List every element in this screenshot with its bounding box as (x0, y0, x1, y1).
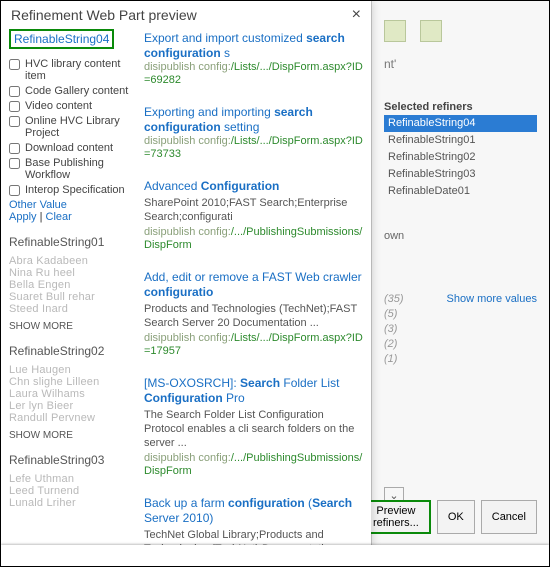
refiner-option[interactable]: Video content (9, 100, 130, 112)
result-url[interactable]: disipublish config:/Lists/.../DispForm.a… (144, 135, 363, 161)
selected-refiner-item[interactable]: RefinableString02 (384, 149, 537, 166)
refiner-value[interactable]: Randull Pervnew (9, 412, 130, 424)
result-url[interactable]: disipublish config:/Lists/.../DispForm.a… (144, 61, 363, 87)
aggregation-count: (35) (384, 292, 404, 307)
selected-refiners-list[interactable]: RefinableString04RefinableString01Refina… (384, 115, 537, 200)
result-url[interactable]: disipublish config:/Lists/.../DispForm.a… (144, 558, 363, 567)
apply-link[interactable]: Apply (9, 211, 37, 223)
refiner-checkbox[interactable] (9, 158, 20, 169)
bg-truncated-title: nt' (384, 57, 537, 71)
refiner-option-label: Video content (25, 100, 92, 112)
refiner-checkbox[interactable] (9, 185, 20, 196)
bg-toolbar-icon (384, 20, 406, 42)
refiner-value[interactable]: Laura Wilhams (9, 388, 130, 400)
refiner-option[interactable]: Online HVC Library Project (9, 115, 130, 139)
results-column[interactable]: Export and import customized search conf… (138, 27, 371, 567)
refiner-group-title[interactable]: RefinableString02 (9, 344, 130, 358)
refiner-value[interactable]: Bella Engen (9, 279, 130, 291)
search-result: [MS-OXOSRCH]: Search Folder List Configu… (144, 376, 363, 478)
refiner-checkbox[interactable] (9, 59, 20, 70)
refiner-value[interactable]: Steed Inard (9, 303, 130, 315)
aggregation-count: (2) (384, 337, 404, 352)
aggregation-count: (3) (384, 322, 404, 337)
result-title[interactable]: Export and import customized search conf… (144, 31, 363, 61)
refinement-preview-dialog: Refinement Web Part preview × RefinableS… (1, 1, 371, 567)
refiner-group-title[interactable]: RefinableString01 (9, 235, 130, 249)
refiner-checkbox[interactable] (9, 143, 20, 154)
refiner-option[interactable]: Base Publishing Workflow (9, 157, 130, 181)
selected-refiners-heading: Selected refiners (384, 101, 537, 113)
selected-refiner-item[interactable]: RefinableDate01 (384, 183, 537, 200)
show-more-link[interactable]: SHOW MORE (9, 430, 130, 441)
refiner-checkbox[interactable] (9, 86, 20, 97)
refiners-column: RefinableString04 HVC library content it… (1, 27, 138, 567)
refiner-value[interactable]: Nina Ru heel (9, 267, 130, 279)
aggregation-count: (1) (384, 352, 404, 367)
preview-refiners-button[interactable]: Preview refiners... (361, 500, 431, 534)
result-title[interactable]: Add, edit or remove a FAST Web crawler c… (144, 270, 363, 300)
show-more-link[interactable]: SHOW MORE (9, 321, 130, 332)
search-result: Advanced Configuration SharePoint 2010;FA… (144, 179, 363, 252)
primary-refiner-title[interactable]: RefinableString04 (9, 29, 114, 49)
selected-refiner-item[interactable]: RefinableString04 (384, 115, 537, 132)
refiner-value[interactable]: Chn slighe Lilleen (9, 376, 130, 388)
other-value-link[interactable]: Other Value (9, 199, 130, 211)
result-title[interactable]: Exporting and importing search configura… (144, 105, 363, 135)
result-description: TechNet Global Library;Products and Tech… (144, 528, 363, 556)
refiner-group-title[interactable]: RefinableString03 (9, 453, 130, 467)
refiner-value[interactable]: Leed Turnend (9, 485, 130, 497)
bg-toolbar (384, 11, 537, 51)
background-panel: nt' Selected refiners RefinableString04R… (371, 1, 549, 566)
ok-button[interactable]: OK (437, 500, 475, 534)
show-more-values-link[interactable]: Show more values (447, 292, 538, 367)
refiner-value[interactable]: Abra Kadabeen (9, 255, 130, 267)
result-description: SharePoint 2010;FAST Search;Enterprise S… (144, 196, 363, 224)
selected-refiner-item[interactable]: RefinableString01 (384, 132, 537, 149)
result-description: The Search Folder List Configuration Pro… (144, 408, 363, 450)
refiner-checkbox[interactable] (9, 101, 20, 112)
refiner-option-label: HVC library content item (25, 58, 130, 82)
search-result: Exporting and importing search configura… (144, 105, 363, 161)
refiner-option-label: Download content (25, 142, 113, 154)
refiner-checkbox[interactable] (9, 116, 20, 127)
bg-button-row: Preview refiners... OK Cancel (361, 500, 537, 534)
clear-link[interactable]: Clear (46, 211, 72, 223)
refiner-value[interactable]: Lefe Uthman (9, 473, 130, 485)
result-title[interactable]: Back up a farm configuration (Search Ser… (144, 496, 363, 526)
refiner-option[interactable]: Download content (9, 142, 130, 154)
aggregation-count: (5) (384, 307, 404, 322)
search-result: Back up a farm configuration (Search Ser… (144, 496, 363, 567)
bg-aggregation-counts: (35)(5)(3)(2)(1) Show more values (384, 292, 537, 367)
refiner-option-label: Code Gallery content (25, 85, 128, 97)
refiner-value[interactable]: Ler lyn Bieer (9, 400, 130, 412)
refiner-option-label: Base Publishing Workflow (25, 157, 130, 181)
refiner-option-label: Interop Specification (25, 184, 125, 196)
result-title[interactable]: [MS-OXOSRCH]: Search Folder List Configu… (144, 376, 363, 406)
result-url[interactable]: disipublish config:/Lists/.../DispForm.a… (144, 332, 363, 358)
result-url[interactable]: disipublish config:/.../PublishingSubmis… (144, 226, 363, 252)
refiner-option[interactable]: Interop Specification (9, 184, 130, 196)
dialog-title: Refinement Web Part preview (11, 7, 197, 23)
bg-toolbar-icon (420, 20, 442, 42)
refiner-value[interactable]: Lunald Lriher (9, 497, 130, 509)
selected-refiner-item[interactable]: RefinableString03 (384, 166, 537, 183)
result-url[interactable]: disipublish config:/.../PublishingSubmis… (144, 452, 363, 478)
refiner-option-label: Online HVC Library Project (25, 115, 130, 139)
bg-partial-text: own (384, 230, 537, 242)
result-description: Products and Technologies (TechNet);FAST… (144, 302, 363, 330)
search-result: Add, edit or remove a FAST Web crawler c… (144, 270, 363, 358)
search-result: Export and import customized search conf… (144, 31, 363, 87)
result-title[interactable]: Advanced Configuration (144, 179, 363, 194)
refiner-option[interactable]: HVC library content item (9, 58, 130, 82)
close-icon[interactable]: × (352, 8, 361, 22)
refiner-value[interactable]: Lue Haugen (9, 364, 130, 376)
cancel-button[interactable]: Cancel (481, 500, 537, 534)
refiner-value[interactable]: Suaret Bull rehar (9, 291, 130, 303)
refiner-option[interactable]: Code Gallery content (9, 85, 130, 97)
